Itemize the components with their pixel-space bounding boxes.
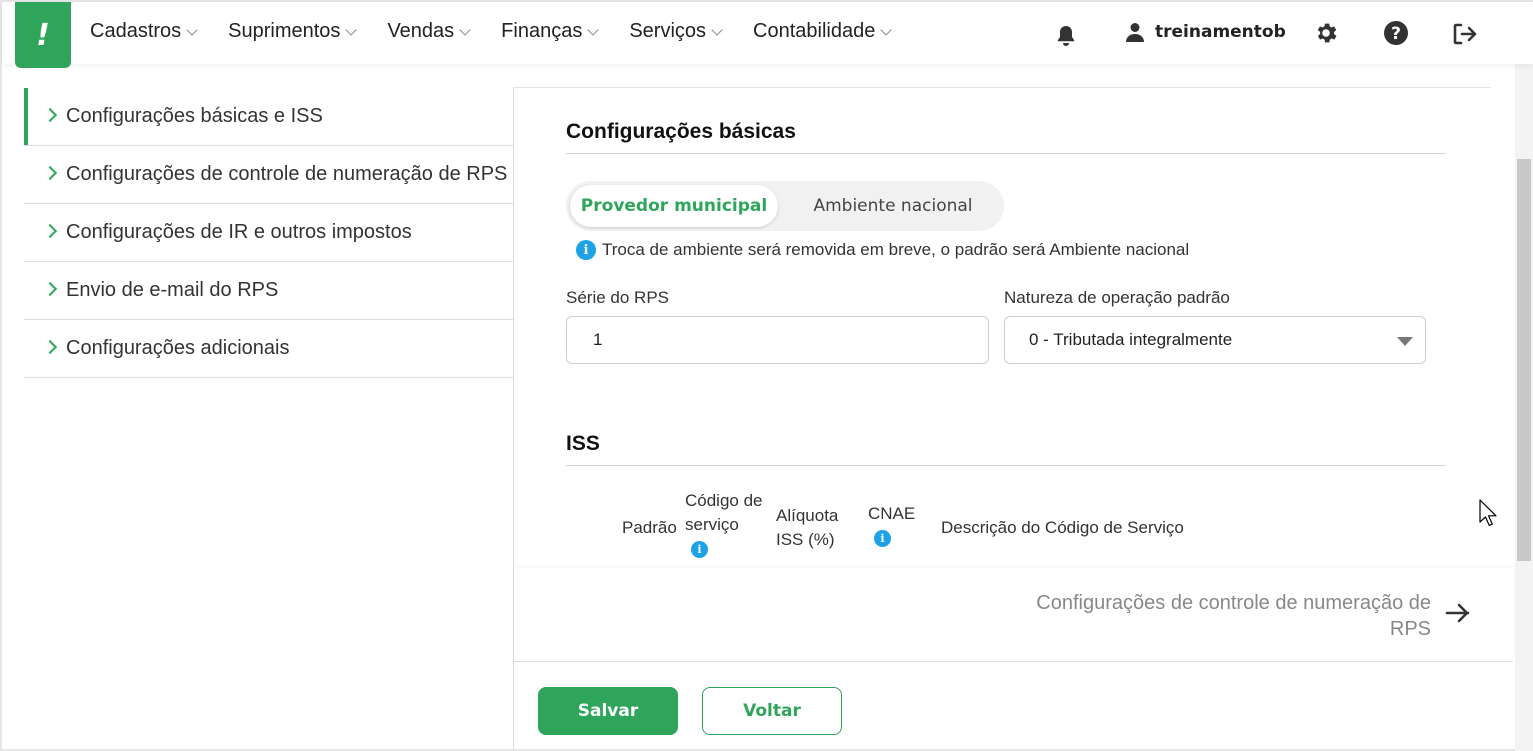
section-divider [566, 153, 1446, 154]
col-padrao: Padrão [622, 518, 677, 537]
app-logo[interactable]: ! [15, 2, 71, 68]
sidebar-item-ir-taxes[interactable]: Configurações de IR e outros impostos [24, 204, 514, 262]
chevron-down-icon [186, 23, 198, 36]
user-icon [1126, 23, 1144, 42]
chevron-right-icon [42, 223, 58, 239]
nav-servicos[interactable]: Serviços [629, 20, 723, 43]
chevron-right-icon [42, 107, 58, 123]
mouse-cursor-icon [1479, 499, 1499, 532]
logout-icon[interactable] [1452, 22, 1478, 51]
toggle-option-municipal[interactable]: Provedor municipal [570, 185, 778, 227]
serie-rps-input[interactable]: 1 [566, 316, 989, 364]
svg-text:?: ? [1391, 24, 1401, 44]
chevron-right-icon [42, 165, 58, 181]
main-nav: Cadastros Suprimentos Vendas Finanças Se… [90, 20, 922, 43]
save-button[interactable]: Salvar [538, 687, 678, 735]
next-section-panel: Configurações de controle de numeração d… [514, 568, 1513, 662]
natureza-select[interactable]: 0 - Tributada integralmente [1004, 316, 1426, 364]
chevron-right-icon [42, 281, 58, 297]
settings-sidebar: Configurações básicas e ISS Configuraçõe… [24, 88, 514, 378]
section-title-basic: Configurações básicas [566, 120, 796, 143]
chevron-down-icon [345, 23, 358, 36]
nav-cadastros[interactable]: Cadastros [90, 20, 198, 43]
settings-gear-icon[interactable] [1313, 20, 1339, 51]
caret-down-icon [1397, 337, 1413, 346]
chevron-down-icon [711, 23, 723, 36]
user-menu[interactable]: treinamentob [1125, 22, 1286, 42]
scrollbar-thumb[interactable] [1517, 159, 1531, 561]
col-descricao: Descrição do Código de Serviço [941, 518, 1184, 537]
sidebar-item-basic-iss[interactable]: Configurações básicas e ISS [24, 88, 514, 146]
username: treinamentob [1155, 22, 1286, 42]
top-navbar: ! Cadastros Suprimentos Vendas Finanças … [2, 2, 1533, 68]
col-codigo-servico: Código de serviço i [685, 491, 763, 558]
nav-financas[interactable]: Finanças [501, 20, 599, 43]
col-aliquota: Alíquota ISS (%) [776, 506, 839, 549]
info-icon: i [576, 240, 596, 260]
chevron-down-icon [459, 23, 471, 36]
help-icon[interactable]: ? [1383, 20, 1409, 51]
col-cnae: CNAE i [868, 504, 916, 547]
sidebar-item-additional[interactable]: Configurações adicionais [24, 320, 514, 378]
back-button[interactable]: Voltar [702, 687, 842, 735]
main-content: Configurações básicas Provedor municipal… [514, 88, 1514, 568]
nav-vendas[interactable]: Vendas [387, 20, 471, 43]
nav-contabilidade[interactable]: Contabilidade [753, 20, 893, 43]
chevron-down-icon [587, 23, 599, 36]
chevron-right-icon [42, 339, 58, 355]
sidebar-item-rps-numbering[interactable]: Configurações de controle de numeração d… [24, 146, 514, 204]
nav-suprimentos[interactable]: Suprimentos [228, 20, 358, 43]
toggle-option-nacional[interactable]: Ambiente nacional [788, 185, 998, 227]
environment-notice: i Troca de ambiente será removida em bre… [576, 240, 1189, 260]
notifications-bell-icon[interactable] [1055, 24, 1077, 48]
environment-toggle: Provedor municipal Ambiente nacional [566, 181, 1004, 231]
serie-label: Série do RPS [566, 288, 669, 307]
arrow-right-icon[interactable] [1445, 602, 1471, 629]
chevron-down-icon [880, 23, 893, 36]
natureza-label: Natureza de operação padrão [1004, 288, 1230, 307]
section-title-iss: ISS [566, 432, 600, 455]
cnae-info-icon[interactable]: i [874, 530, 891, 547]
section-divider [566, 465, 1446, 466]
sidebar-item-email-rps[interactable]: Envio de e-mail do RPS [24, 262, 514, 320]
next-section-link[interactable]: Configurações de controle de numeração d… [1011, 590, 1431, 642]
codigo-info-icon[interactable]: i [691, 541, 708, 558]
